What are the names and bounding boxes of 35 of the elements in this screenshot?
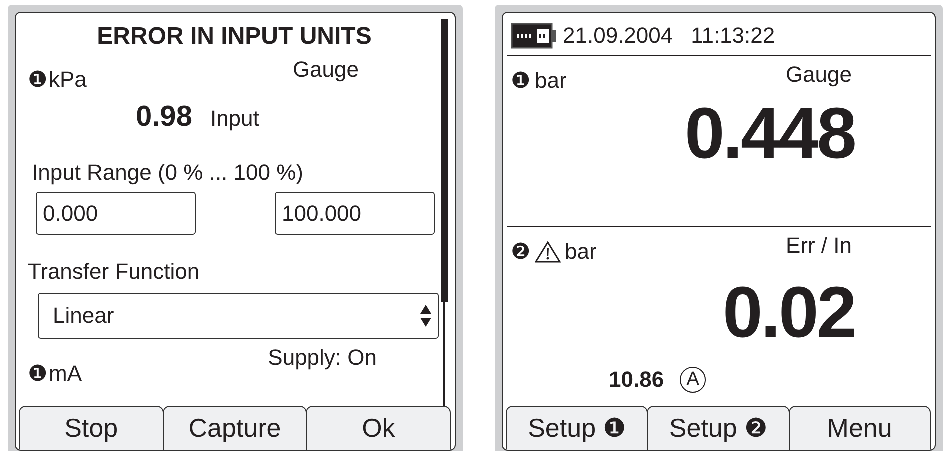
input-field[interactable]: 0.000 xyxy=(36,192,196,235)
soft-key[interactable]: Capture xyxy=(162,406,308,450)
up-down-arrows-icon xyxy=(420,304,432,328)
reading-value: 0.448 xyxy=(684,94,855,174)
range-label: Input Range (0 % ... 100 %) xyxy=(32,160,304,186)
reading-label: Input xyxy=(210,106,260,132)
soft-key[interactable]: Menu xyxy=(788,406,931,450)
unit-label: bar xyxy=(535,68,567,94)
secondary-reading: 10.86 xyxy=(609,367,664,393)
unit-label: bar xyxy=(565,239,597,265)
mode-label: Gauge xyxy=(786,62,852,88)
channel-number: ❶ xyxy=(28,67,48,93)
reading-value: 0.02 xyxy=(722,273,855,353)
reading-value: 0.98 xyxy=(136,101,192,134)
battery-icon xyxy=(511,23,557,49)
date-text: 21.09.2004 xyxy=(563,23,674,49)
supply-status: Supply: On xyxy=(268,345,377,371)
screen-title: ERROR IN INPUT UNITS xyxy=(96,22,373,52)
unit-label: mA xyxy=(49,361,82,387)
scrollbar[interactable] xyxy=(439,19,449,406)
circled-marker: A xyxy=(680,367,706,393)
soft-key[interactable]: Setup ❶ xyxy=(506,406,648,450)
channel-number: ❷ xyxy=(511,239,531,265)
channel-number: ❶ xyxy=(511,68,531,94)
soft-key[interactable]: Ok xyxy=(306,406,452,450)
soft-key[interactable]: Stop xyxy=(19,406,164,450)
dropdown[interactable]: Linear xyxy=(38,293,439,339)
unit-label: kPa xyxy=(49,67,87,93)
time-text: 11:13:22 xyxy=(691,23,776,49)
transfer-function-label: Transfer Function xyxy=(28,259,201,285)
mode-label: Err / In xyxy=(786,233,852,259)
mode-label: Gauge xyxy=(292,57,359,83)
soft-key[interactable]: Setup ❷ xyxy=(647,406,790,450)
input-field[interactable]: 100.000 xyxy=(275,192,435,235)
channel-number: ❶ xyxy=(28,361,48,387)
